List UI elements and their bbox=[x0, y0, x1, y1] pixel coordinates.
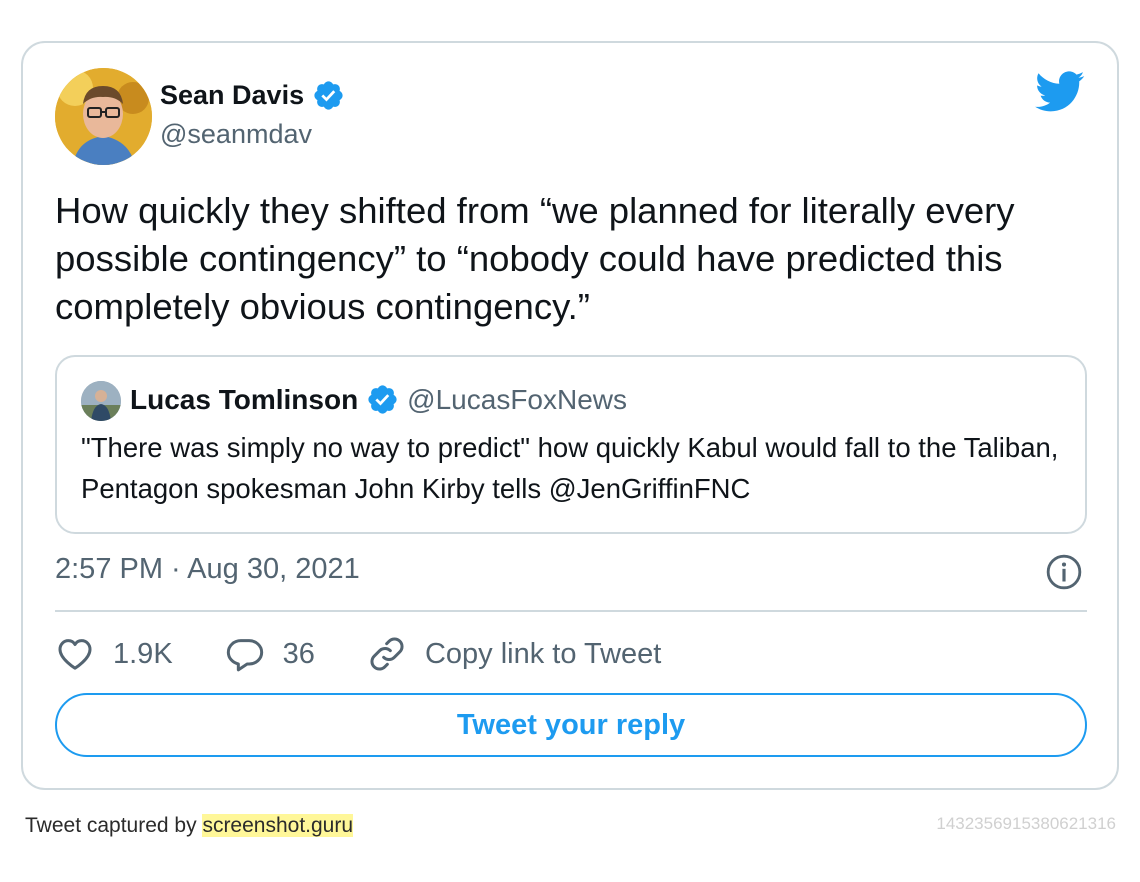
like-count: 1.9K bbox=[113, 637, 173, 670]
divider bbox=[55, 610, 1087, 612]
quoted-tweet[interactable]: Lucas Tomlinson @LucasFoxNews "There was… bbox=[55, 355, 1087, 534]
quoted-author-name[interactable]: Lucas Tomlinson bbox=[130, 384, 358, 416]
reply-count-button[interactable]: 36 bbox=[225, 634, 315, 674]
copy-link-button[interactable]: Copy link to Tweet bbox=[367, 634, 661, 674]
tweet-reply-button[interactable]: Tweet your reply bbox=[55, 693, 1087, 757]
tweet-id: 1432356915380621316 bbox=[936, 814, 1116, 833]
info-icon[interactable] bbox=[1045, 553, 1083, 591]
quoted-author-handle[interactable]: @LucasFoxNews bbox=[407, 384, 627, 416]
action-bar: 1.9K 36 Copy link to Tweet bbox=[55, 631, 713, 677]
verified-badge-icon bbox=[314, 81, 343, 110]
copy-link-label: Copy link to Tweet bbox=[424, 637, 662, 670]
reply-count: 36 bbox=[282, 637, 315, 670]
footer-caption: Tweet captured by screenshot.guru bbox=[25, 814, 354, 838]
author-name[interactable]: Sean Davis bbox=[160, 80, 304, 111]
twitter-bird-icon[interactable] bbox=[1035, 71, 1085, 113]
screenshot-guru-link[interactable]: screenshot.guru bbox=[202, 814, 354, 837]
author-handle[interactable]: @seanmdav bbox=[160, 119, 312, 150]
quoted-tweet-text: "There was simply no way to predict" how… bbox=[81, 432, 1059, 504]
quoted-author-avatar[interactable] bbox=[81, 381, 121, 421]
author-avatar[interactable] bbox=[55, 68, 152, 165]
like-button[interactable]: 1.9K bbox=[55, 634, 173, 674]
verified-badge-icon bbox=[368, 385, 397, 414]
footer-caption-prefix: Tweet captured by bbox=[25, 814, 203, 837]
reply-bubble-icon bbox=[226, 639, 263, 672]
author-name-row[interactable]: Sean Davis bbox=[160, 79, 345, 112]
tweet-card: Sean Davis @seanmdav How quickly they sh… bbox=[21, 41, 1119, 790]
tweet-timestamp[interactable]: 2:57 PM · Aug 30, 2021 bbox=[55, 553, 360, 586]
heart-icon bbox=[58, 639, 92, 670]
quoted-header: Lucas Tomlinson @LucasFoxNews bbox=[130, 383, 627, 416]
tweet-text: How quickly they shifted from “we planne… bbox=[55, 190, 1015, 327]
link-icon bbox=[370, 637, 404, 671]
